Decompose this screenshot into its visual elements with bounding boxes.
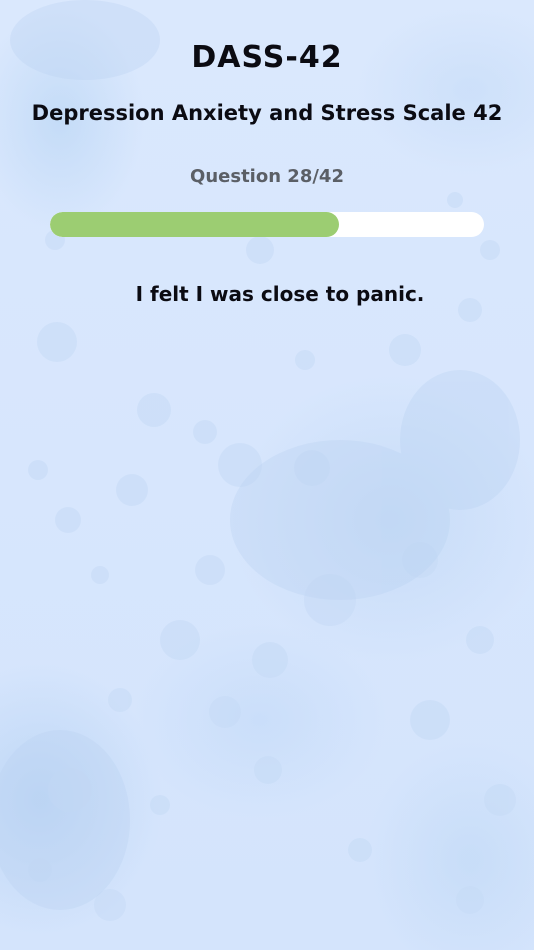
app-title: DASS-42 bbox=[191, 40, 343, 75]
progress-bar bbox=[50, 212, 484, 237]
watercolor-background bbox=[0, 0, 520, 921]
question-text: I felt I was close to panic. bbox=[135, 282, 425, 306]
question-counter: Question 28/42 bbox=[190, 166, 344, 187]
progress-bar-fill bbox=[50, 212, 340, 237]
app-subtitle: Depression Anxiety and Stress Scale 42 bbox=[31, 101, 503, 125]
